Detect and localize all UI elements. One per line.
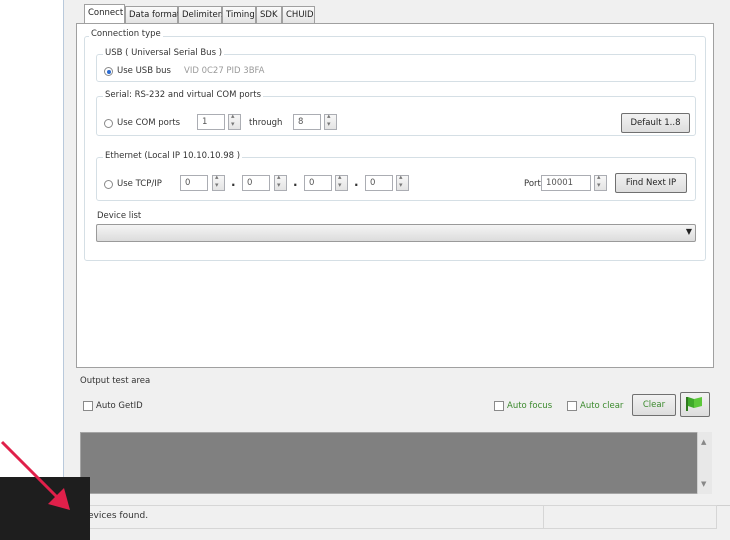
auto-focus-label: Auto focus — [507, 401, 553, 411]
com-from-field[interactable]: 1 — [197, 114, 225, 130]
tab-sdk[interactable]: SDK — [256, 6, 282, 23]
auto-clear-label: Auto clear — [580, 401, 624, 411]
chevron-down-icon: ▼ — [685, 227, 692, 236]
auto-focus-checkbox[interactable] — [494, 401, 504, 411]
com-to-spinner[interactable] — [324, 112, 337, 130]
usb-device-info: VID 0C27 PID 3BFA — [184, 66, 265, 76]
output-text-area[interactable] — [80, 432, 712, 494]
auto-clear-checkbox[interactable] — [567, 401, 577, 411]
tab-delimiters[interactable]: Delimiters — [178, 6, 226, 23]
ip-dot: . — [354, 175, 359, 189]
ip-octet-4-field[interactable]: 0 — [365, 175, 393, 191]
tab-timing[interactable]: Timing — [222, 6, 256, 23]
status-field — [77, 505, 717, 529]
ip-octet-1-field[interactable]: 0 — [180, 175, 208, 191]
com-from-spinner[interactable] — [228, 112, 241, 130]
ethernet-group-label: Ethernet (Local IP 10.10.10.98 ) — [103, 151, 243, 161]
ip-octet-3-spinner[interactable] — [335, 173, 348, 191]
usb-group-label: USB ( Universal Serial Bus ) — [103, 48, 225, 58]
tab-chuid[interactable]: CHUID — [282, 6, 315, 23]
ip-octet-2-field[interactable]: 0 — [242, 175, 270, 191]
device-list-label: Device list — [97, 211, 142, 221]
auto-getid-label: Auto GetID — [96, 401, 143, 411]
com-to-field[interactable]: 8 — [293, 114, 321, 130]
ip-octet-4-spinner[interactable] — [396, 173, 409, 191]
usb-radio-label: Use USB bus — [117, 66, 171, 76]
ip-dot: . — [231, 175, 236, 189]
tab-connect[interactable]: Connect — [84, 4, 125, 23]
port-spinner[interactable] — [594, 173, 607, 191]
serial-group-label: Serial: RS-232 and virtual COM ports — [103, 90, 263, 100]
output-area-label: Output test area — [80, 376, 151, 386]
red-arrow-icon — [0, 440, 70, 510]
through-label: through — [249, 118, 283, 128]
status-text: evices found. — [88, 511, 149, 521]
connection-type-label: Connection type — [89, 29, 163, 39]
scroll-up-icon[interactable]: ▲ — [701, 438, 706, 446]
com-radio[interactable] — [104, 119, 113, 128]
ip-octet-2-spinner[interactable] — [274, 173, 287, 191]
auto-getid-checkbox[interactable] — [83, 401, 93, 411]
ip-octet-1-spinner[interactable] — [212, 173, 225, 191]
output-scrollbar[interactable]: ▲ ▼ — [697, 432, 712, 494]
status-divider — [543, 505, 544, 529]
tab-data-format[interactable]: Data format — [125, 6, 180, 23]
clear-button[interactable]: Clear — [632, 394, 676, 416]
serial-group — [96, 96, 696, 136]
ip-dot: . — [293, 175, 298, 189]
port-label: Port — [524, 179, 541, 189]
com-radio-label: Use COM ports — [117, 118, 181, 128]
tcp-radio[interactable] — [104, 180, 113, 189]
tcp-radio-label: Use TCP/IP — [117, 179, 162, 189]
scroll-down-icon[interactable]: ▼ — [701, 480, 706, 488]
green-flag-icon — [686, 397, 702, 411]
device-list-dropdown[interactable]: ▼ — [96, 224, 696, 242]
find-next-ip-button[interactable]: Find Next IP — [615, 173, 687, 193]
port-field[interactable]: 10001 — [541, 175, 591, 191]
default-button[interactable]: Default 1..8 — [621, 113, 690, 133]
flag-button[interactable] — [680, 392, 710, 417]
ip-octet-3-field[interactable]: 0 — [304, 175, 332, 191]
usb-radio[interactable] — [104, 67, 113, 76]
